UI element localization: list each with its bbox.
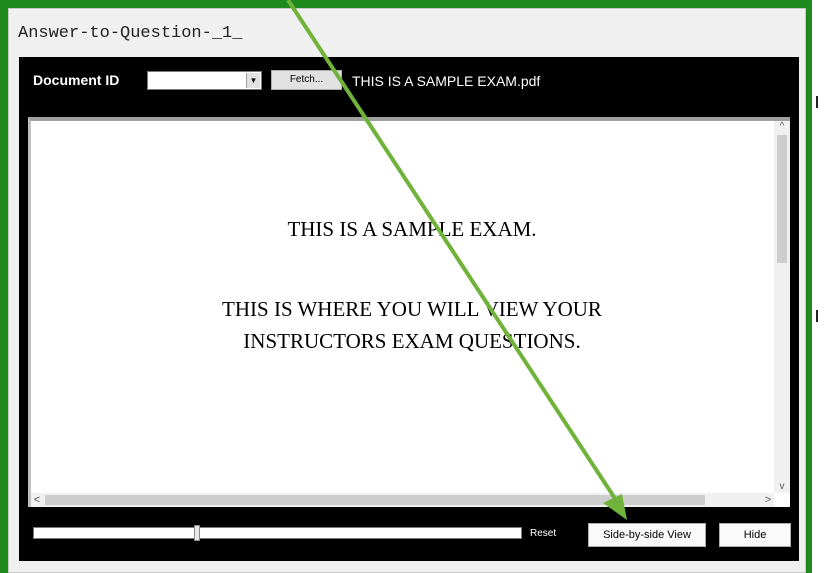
document-line-1: THIS IS A SAMPLE EXAM.: [287, 217, 537, 241]
document-id-select[interactable]: ▼: [147, 71, 262, 90]
reset-label[interactable]: Reset: [530, 528, 556, 539]
caret-left-icon[interactable]: <: [31, 493, 43, 507]
hide-button[interactable]: Hide: [719, 523, 791, 547]
caret-right-icon[interactable]: >: [762, 493, 774, 507]
edge-mark: [816, 310, 818, 322]
caret-up-icon[interactable]: ^: [774, 121, 790, 133]
document-id-label: Document ID: [33, 72, 120, 88]
document-line-2: THIS IS WHERE YOU WILL VIEW YOUR: [222, 297, 602, 321]
document-filename: THIS IS A SAMPLE EXAM.pdf: [352, 73, 541, 89]
frame-border-top: [0, 0, 825, 8]
right-edge-strip: [812, 0, 825, 573]
frame-border-left: [0, 0, 8, 573]
document-viewer[interactable]: THIS IS A SAMPLE EXAM. THIS IS WHERE YOU…: [28, 117, 790, 507]
panel-title: Answer-to-Question-_1_: [18, 24, 243, 43]
vertical-scrollbar[interactable]: ^ v: [774, 121, 790, 493]
chevron-down-icon[interactable]: ▼: [246, 73, 260, 88]
document-line-3: INSTRUCTORS EXAM QUESTIONS.: [243, 329, 581, 353]
app-frame: Answer-to-Question-_1_ Document ID ▼ Fet…: [0, 0, 825, 573]
zoom-slider-knob[interactable]: [194, 525, 200, 541]
edge-mark: [816, 96, 818, 108]
horizontal-scroll-thumb[interactable]: [45, 495, 705, 505]
caret-down-icon[interactable]: v: [774, 481, 790, 493]
horizontal-scrollbar[interactable]: < >: [31, 493, 774, 507]
side-by-side-view-button[interactable]: Side-by-side View: [588, 523, 706, 547]
vertical-scroll-thumb[interactable]: [777, 135, 787, 263]
zoom-slider[interactable]: [33, 525, 522, 541]
fetch-button[interactable]: Fetch...: [271, 70, 342, 90]
